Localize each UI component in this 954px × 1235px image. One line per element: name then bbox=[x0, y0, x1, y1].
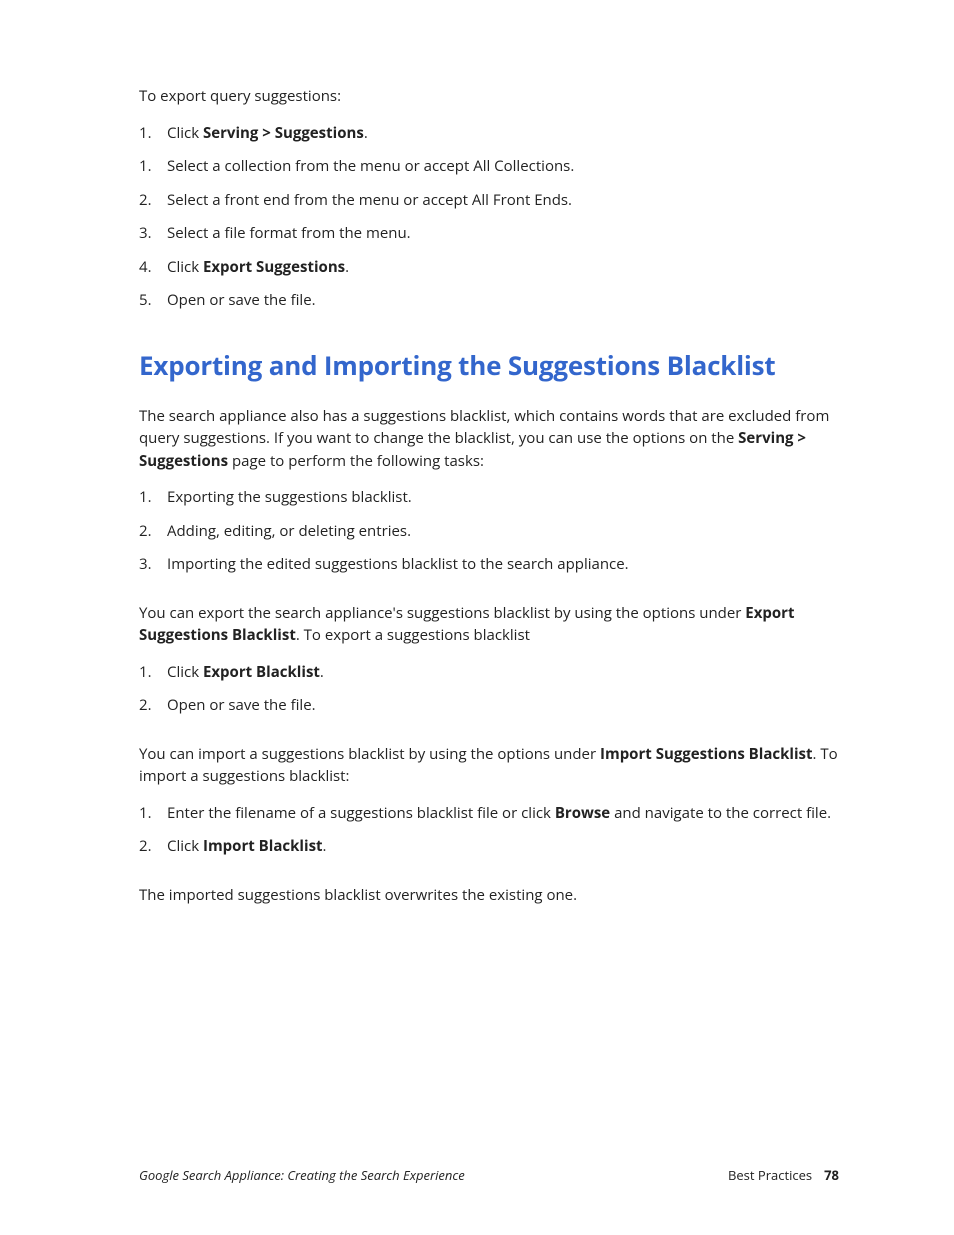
step-number: 1. bbox=[139, 661, 167, 684]
step-text: Open or save the file. bbox=[167, 289, 839, 312]
list-item: 1.Select a collection from the menu or a… bbox=[139, 155, 839, 178]
step-text: Importing the edited suggestions blackli… bbox=[167, 553, 839, 576]
list-item: 3.Importing the edited suggestions black… bbox=[139, 553, 839, 576]
blacklist-intro: The search appliance also has a suggesti… bbox=[139, 405, 839, 473]
step-number: 2. bbox=[139, 835, 167, 858]
list-item: 1.Click Export Blacklist. bbox=[139, 661, 839, 684]
footer-doc-title: Google Search Appliance: Creating the Se… bbox=[139, 1166, 465, 1186]
list-item: 1.Click Serving > Suggestions. bbox=[139, 122, 839, 145]
step-number: 5. bbox=[139, 289, 167, 312]
import-blacklist-steps: 1.Enter the filename of a suggestions bl… bbox=[139, 802, 839, 858]
export-intro: To export query suggestions: bbox=[139, 85, 839, 108]
footer-section: Best Practices78 bbox=[728, 1166, 839, 1186]
list-item: 3.Select a file format from the menu. bbox=[139, 222, 839, 245]
step-text: Select a collection from the menu or acc… bbox=[167, 155, 839, 178]
page-content: To export query suggestions: 1.Click Ser… bbox=[0, 0, 954, 906]
step-text: Enter the filename of a suggestions blac… bbox=[167, 802, 839, 825]
export-blacklist-intro: You can export the search appliance's su… bbox=[139, 602, 839, 647]
list-item: 2.Adding, editing, or deleting entries. bbox=[139, 520, 839, 543]
step-text: Exporting the suggestions blacklist. bbox=[167, 486, 839, 509]
step-number: 1. bbox=[139, 155, 167, 178]
section-heading: Exporting and Importing the Suggestions … bbox=[139, 346, 839, 385]
page-number: 78 bbox=[824, 1166, 839, 1184]
list-item: 2.Select a front end from the menu or ac… bbox=[139, 189, 839, 212]
step-text: Click Serving > Suggestions. bbox=[167, 122, 839, 145]
step-text: Select a file format from the menu. bbox=[167, 222, 839, 245]
list-item: 4.Click Export Suggestions. bbox=[139, 256, 839, 279]
step-number: 2. bbox=[139, 189, 167, 212]
list-item: 1.Exporting the suggestions blacklist. bbox=[139, 486, 839, 509]
closing-note: The imported suggestions blacklist overw… bbox=[139, 884, 839, 907]
step-number: 2. bbox=[139, 520, 167, 543]
export-steps: 1.Click Serving > Suggestions. 1.Select … bbox=[139, 122, 839, 312]
step-text: Adding, editing, or deleting entries. bbox=[167, 520, 839, 543]
step-number: 4. bbox=[139, 256, 167, 279]
step-number: 3. bbox=[139, 553, 167, 576]
blacklist-tasks: 1.Exporting the suggestions blacklist. 2… bbox=[139, 486, 839, 576]
page-footer: Google Search Appliance: Creating the Se… bbox=[139, 1166, 839, 1186]
step-text: Click Import Blacklist. bbox=[167, 835, 839, 858]
step-text: Open or save the file. bbox=[167, 694, 839, 717]
step-text: Click Export Suggestions. bbox=[167, 256, 839, 279]
step-number: 1. bbox=[139, 802, 167, 825]
import-blacklist-intro: You can import a suggestions blacklist b… bbox=[139, 743, 839, 788]
step-number: 3. bbox=[139, 222, 167, 245]
list-item: 1.Enter the filename of a suggestions bl… bbox=[139, 802, 839, 825]
step-number: 1. bbox=[139, 122, 167, 145]
step-number: 2. bbox=[139, 694, 167, 717]
step-number: 1. bbox=[139, 486, 167, 509]
list-item: 2.Open or save the file. bbox=[139, 694, 839, 717]
export-blacklist-steps: 1.Click Export Blacklist. 2.Open or save… bbox=[139, 661, 839, 717]
list-item: 2.Click Import Blacklist. bbox=[139, 835, 839, 858]
step-text: Select a front end from the menu or acce… bbox=[167, 189, 839, 212]
step-text: Click Export Blacklist. bbox=[167, 661, 839, 684]
list-item: 5.Open or save the file. bbox=[139, 289, 839, 312]
